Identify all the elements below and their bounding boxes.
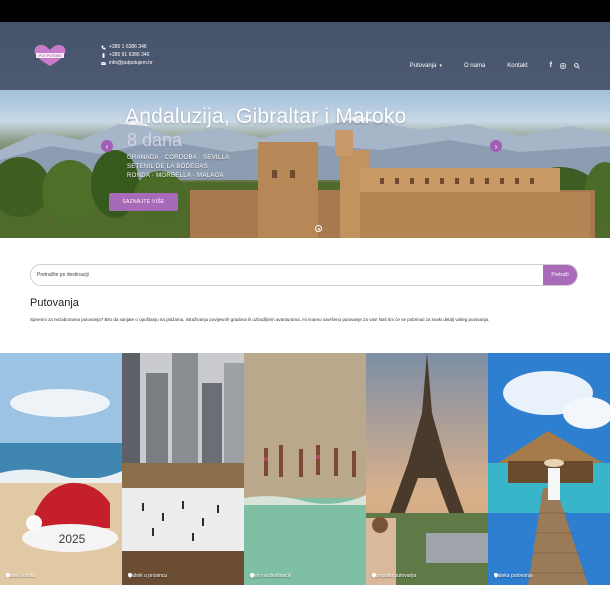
social-links: f: [550, 62, 580, 69]
contact-email[interactable]: info@putputujem.hr: [101, 60, 153, 66]
location-pin-icon: [250, 573, 254, 578]
card-label: Ljeto na destinaciji: [250, 573, 292, 579]
hero-subtitle: 8 dana: [127, 130, 183, 150]
card-label: Nova Godina: [6, 573, 36, 579]
slider-prev-arrow-icon[interactable]: ‹: [101, 140, 113, 152]
site-logo[interactable]: PUT POTNIKI: [30, 42, 70, 68]
card-image-beach-santa-hat: 2025: [0, 353, 122, 585]
page: PUT POTNIKI +385 1 6386 346 +385 91 6386…: [0, 22, 610, 612]
phone-icon: [101, 45, 106, 49]
nav-o-nama[interactable]: O nama: [464, 63, 485, 69]
main-nav: Putovanja ▾ O nama Kontakt f: [410, 62, 580, 69]
card-image-beach-people: [244, 353, 366, 585]
location-pin-icon: [494, 573, 498, 578]
card-ljeto[interactable]: Ljeto na destinaciji: [244, 353, 366, 585]
contact-email-text: info@putputujem.hr: [109, 60, 153, 66]
nav-kontakt[interactable]: Kontakt: [507, 63, 527, 69]
card-label: Fašnik u prosincu: [128, 573, 168, 579]
top-navigation-bar: PUT POTNIKI +385 1 6386 346 +385 91 6386…: [0, 22, 610, 90]
search-button[interactable]: Pretraži: [543, 265, 577, 285]
contact-mobile[interactable]: +385 91 6386 346: [101, 52, 149, 58]
search-input[interactable]: [31, 265, 545, 285]
search-icon[interactable]: [574, 62, 580, 69]
hero-line-3: RONDA · MORBELLA · MALAGA: [127, 173, 224, 179]
svg-text:2025: 2025: [59, 532, 86, 546]
hero-title: Andaluzija, Gibraltar i Maroko: [125, 105, 407, 128]
mobile-icon: [102, 52, 105, 58]
location-pin-icon: [6, 573, 10, 578]
hero-learn-more-button[interactable]: SAZNAJTE VIŠE: [109, 193, 178, 211]
section-description: Spremni za nezaboravna putovanja? Bilo d…: [30, 317, 490, 322]
slider-next-arrow-icon[interactable]: ›: [490, 140, 502, 152]
card-image-eiffel-tower: [366, 353, 488, 585]
card-europska[interactable]: Europska putovanja: [366, 353, 488, 585]
card-label: Europska putovanja: [372, 573, 417, 579]
location-pin-icon: [128, 573, 132, 578]
mail-icon: [101, 61, 106, 65]
destination-cards: 2025 Nova Godina Fašnik u prosincu Ljeto…: [0, 353, 610, 585]
search-bar: Pretraži: [30, 264, 578, 286]
slider-dot[interactable]: [315, 225, 322, 232]
chevron-down-icon: ▾: [439, 62, 442, 69]
palace-building: [190, 130, 595, 238]
svg-text:PUT POTNIKI: PUT POTNIKI: [39, 54, 61, 58]
nav-putovanja[interactable]: Putovanja ▾: [410, 63, 442, 69]
card-image-tropical-pier: [488, 353, 610, 585]
hero-banner: PUT POTNIKI +385 1 6386 346 +385 91 6386…: [0, 22, 610, 238]
hero-line-2: SETENIL DE LA BODEGAS: [127, 164, 209, 170]
facebook-icon[interactable]: f: [550, 62, 552, 69]
hero-line-1: GRANADA · CORDOBA · SEVILLA: [127, 155, 230, 161]
location-pin-icon: [372, 573, 376, 578]
card-daleka[interactable]: Daleka putovanja: [488, 353, 610, 585]
card-nova-godina[interactable]: 2025 Nova Godina: [0, 353, 122, 585]
section-title: Putovanja: [30, 297, 79, 309]
contact-mobile-text: +385 91 6386 346: [109, 52, 150, 58]
contact-phone-text: +385 1 6386 346: [109, 44, 147, 50]
card-fasnik[interactable]: Fašnik u prosincu: [122, 353, 244, 585]
instagram-icon[interactable]: [560, 62, 566, 69]
card-image-city-skating: [122, 353, 244, 585]
contact-phone[interactable]: +385 1 6386 346: [101, 44, 147, 50]
card-label: Daleka putovanja: [494, 573, 533, 579]
